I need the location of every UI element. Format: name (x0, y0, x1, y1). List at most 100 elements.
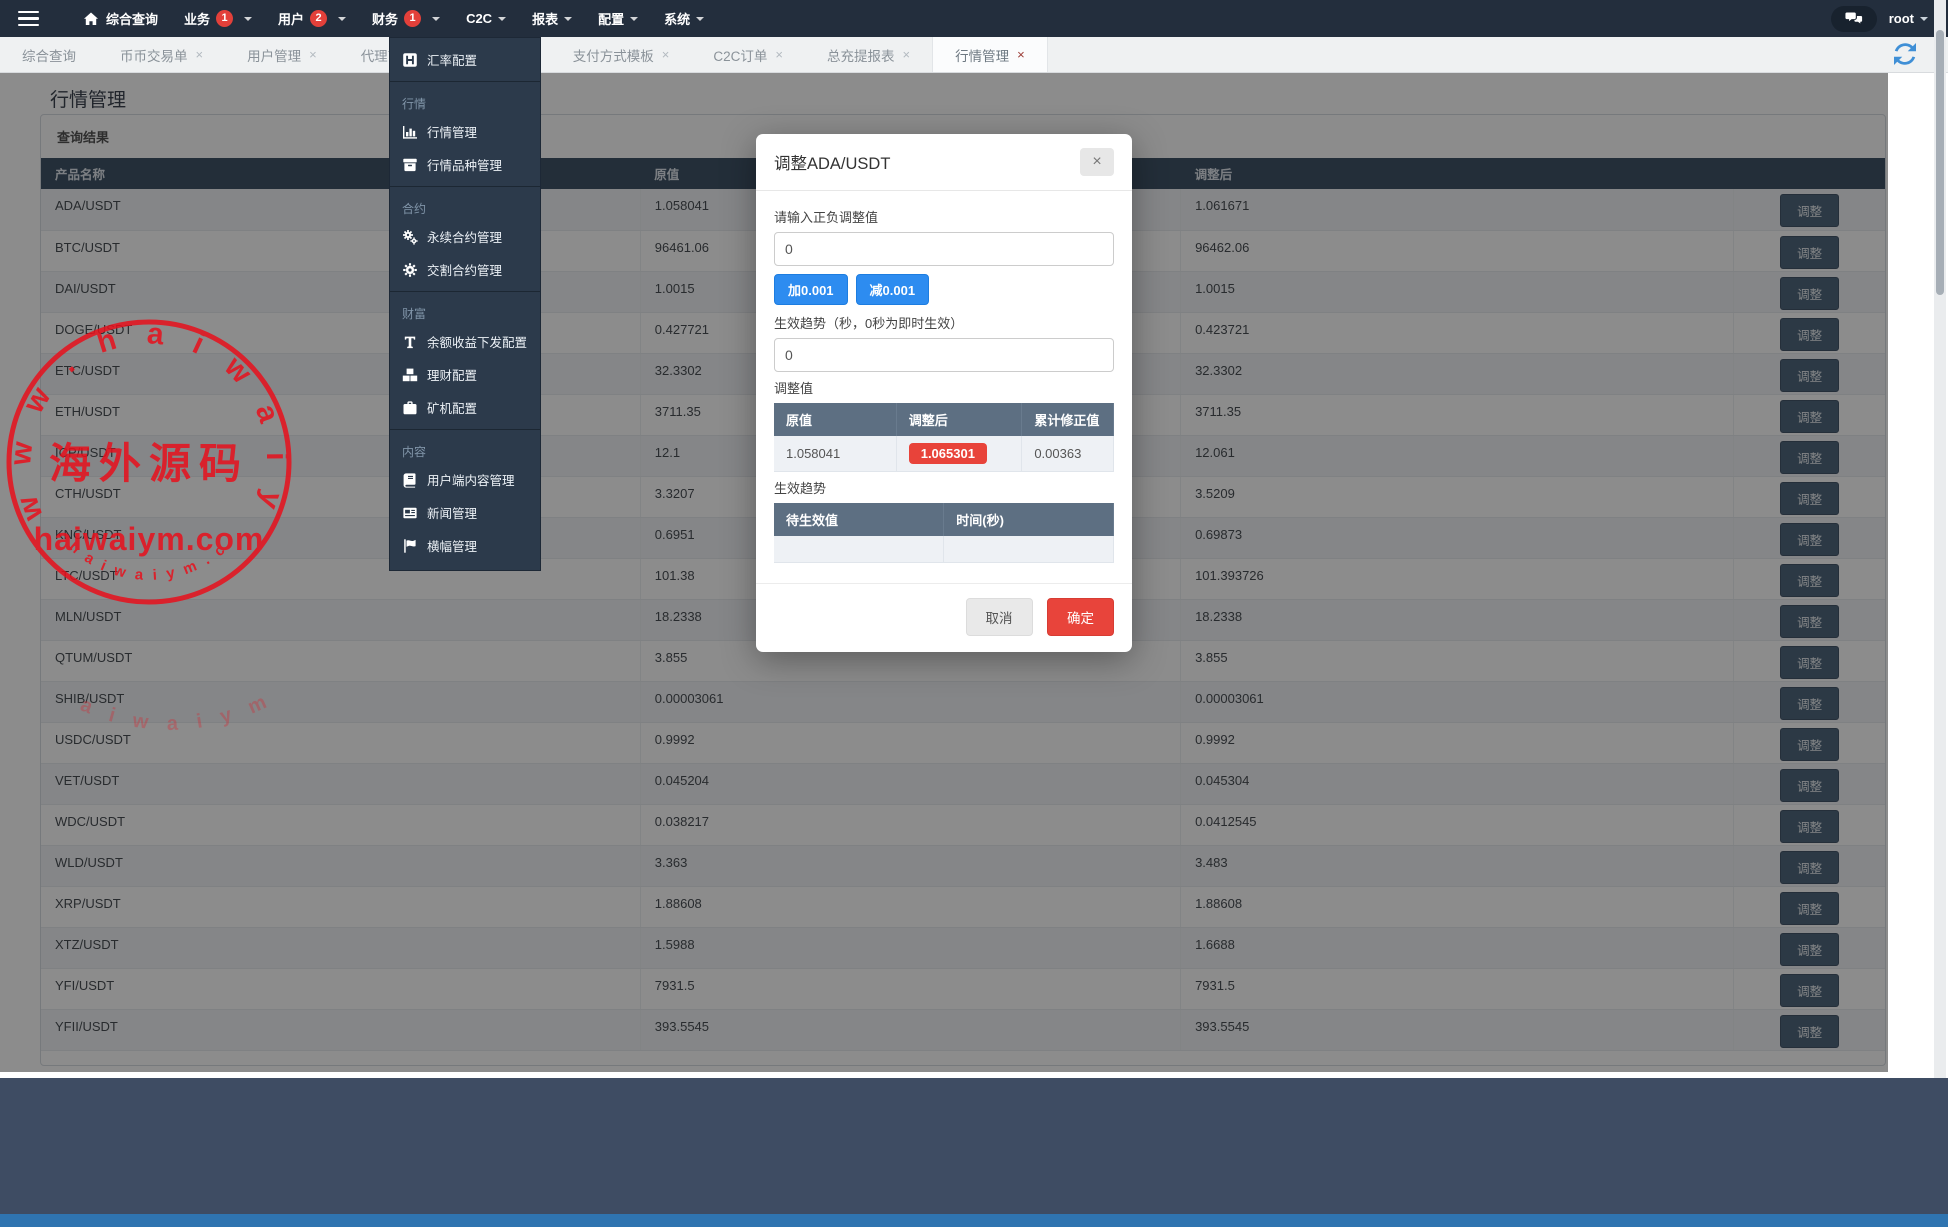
nav-item-用户[interactable]: 用户 2 (265, 0, 359, 37)
refresh-icon[interactable] (1894, 43, 1918, 67)
tab-close-icon[interactable]: × (775, 48, 783, 61)
archive-icon (402, 157, 419, 173)
tab-close-icon[interactable]: × (662, 48, 670, 61)
tab-币币交易单[interactable]: 币币交易单 × (98, 37, 225, 72)
modal-title: 调整ADA/USDT (774, 155, 891, 173)
navbar-menu: 综合查询 业务 1 用户 2 财务 1 C2C 报表 配置 系统 (70, 0, 717, 37)
cubes-icon (402, 367, 419, 383)
nav-item-报表[interactable]: 报表 (519, 0, 585, 37)
col-time-seconds: 时间(秒) (943, 503, 1114, 536)
adjust-value-input[interactable] (774, 232, 1114, 266)
trend-seconds-input[interactable] (774, 338, 1114, 372)
page-scrollbar (1934, 0, 1946, 1078)
tab-close-icon[interactable]: × (902, 48, 910, 61)
chevron-down-icon (564, 16, 573, 25)
nav-item-label: 业务 (184, 12, 211, 27)
confirm-button[interactable]: 确定 (1047, 597, 1114, 636)
nav-item-业务[interactable]: 业务 1 (171, 0, 265, 37)
menu-item-label: 永续合约管理 (427, 231, 503, 245)
open-tabs-bar: 综合查询币币交易单×用户管理×代理商×支付方式模板×C2C订单×总充提报表×行情… (0, 37, 1948, 73)
nav-item-label: 综合查询 (106, 12, 159, 27)
col-adjusted: 调整后 (896, 403, 1023, 436)
chevron-down-icon (244, 16, 253, 25)
menu-item-label: 汇率配置 (427, 54, 478, 68)
menu-item-行情管理[interactable]: 行情管理 (390, 115, 540, 148)
subtract-step-button[interactable]: 减0.001 (855, 274, 930, 305)
tab-close-icon[interactable]: × (196, 48, 204, 61)
tab-label: 币币交易单 (120, 48, 188, 64)
menu-item-行情品种管理[interactable]: 行情品种管理 (390, 148, 540, 181)
notification-badge: 2 (310, 10, 328, 27)
navbar-right: root (1830, 0, 1948, 37)
tab-用户管理[interactable]: 用户管理 × (225, 37, 339, 72)
tab-C2C订单[interactable]: C2C订单 × (691, 37, 805, 72)
menu-group-label: 合约 (402, 202, 427, 216)
username: root (1888, 11, 1914, 26)
flag-icon (402, 538, 419, 554)
adjust-table-label: 调整值 (774, 381, 814, 396)
menu-item-新闻管理[interactable]: 新闻管理 (390, 496, 540, 529)
book-icon (402, 472, 419, 488)
chevron-down-icon (498, 16, 507, 25)
add-step-button[interactable]: 加0.001 (774, 274, 848, 305)
user-menu[interactable]: root (1889, 11, 1928, 26)
briefcase-icon (402, 400, 419, 416)
menu-item-余额收益下发配置[interactable]: 余额收益下发配置 (390, 325, 540, 358)
tab-label: 综合查询 (22, 48, 76, 64)
chevron-down-icon (432, 16, 441, 25)
menu-item-理财配置[interactable]: 理财配置 (390, 358, 540, 391)
col-original: 原值 (774, 403, 897, 436)
newspaper-icon (402, 505, 419, 521)
trend-table-label: 生效趋势 (774, 481, 827, 496)
menu-group-label: 内容 (402, 445, 427, 459)
tab-label: 支付方式模板 (572, 48, 654, 64)
footer-bar (0, 1078, 1948, 1214)
menu-item-横幅管理[interactable]: 横幅管理 (390, 529, 540, 562)
hamburger-menu-icon[interactable] (0, 0, 56, 37)
modal-header: 调整ADA/USDT × (756, 134, 1132, 191)
tab-label: C2C订单 (713, 48, 768, 64)
nav-item-label: 系统 (664, 12, 691, 27)
tab-行情管理[interactable]: 行情管理 × (932, 37, 1048, 72)
menu-item-交割合约管理[interactable]: 交割合约管理 (390, 253, 540, 286)
cog-icon (402, 262, 419, 278)
tab-label: 用户管理 (247, 48, 302, 64)
tab-close-icon[interactable]: × (309, 48, 317, 61)
menu-item-label: 用户端内容管理 (427, 474, 515, 488)
tab-label: 总充提报表 (826, 48, 895, 64)
tab-支付方式模板[interactable]: 支付方式模板 × (551, 37, 692, 72)
c2c-nav-dropdown: 汇率配置 行情 行情管理 行情品种管理 合约 永续合约管理 交割合约管理 财富 余额收益下发配置… (389, 37, 541, 571)
nav-item-label: 用户 (278, 12, 305, 27)
menu-divider (390, 186, 540, 187)
menu-item-矿机配置[interactable]: 矿机配置 (390, 391, 540, 424)
chevron-down-icon (1920, 16, 1928, 25)
col-correction: 累计修正值 (1021, 403, 1114, 436)
tab-综合查询[interactable]: 综合查询 (0, 37, 98, 72)
chevron-down-icon (630, 16, 639, 25)
nav-item-财务[interactable]: 财务 1 (359, 0, 453, 37)
original-value: 1.058041 (774, 436, 897, 472)
chat-icon[interactable] (1830, 5, 1877, 32)
bar-chart-icon (402, 124, 419, 140)
nav-item-综合查询[interactable]: 综合查询 (70, 0, 171, 37)
scrollbar-thumb[interactable] (1936, 30, 1944, 295)
menu-item-label: 行情品种管理 (427, 159, 503, 173)
nav-item-配置[interactable]: 配置 (585, 0, 651, 37)
menu-item-用户端内容管理[interactable]: 用户端内容管理 (390, 463, 540, 496)
tab-close-icon[interactable]: × (1017, 48, 1025, 61)
menu-item-永续合约管理[interactable]: 永续合约管理 (390, 220, 540, 253)
notification-badge: 1 (216, 10, 234, 27)
cancel-button[interactable]: 取消 (965, 597, 1033, 636)
menu-item-汇率配置[interactable]: 汇率配置 (390, 43, 540, 76)
trend-table: 待生效值 时间(秒) (774, 503, 1114, 563)
nav-item-C2C[interactable]: C2C (453, 0, 519, 37)
close-icon[interactable]: × (1080, 148, 1114, 176)
menu-item-label: 矿机配置 (427, 402, 478, 416)
correction-value: 0.00363 (1021, 436, 1114, 472)
modal-footer: 取消 确定 (756, 582, 1132, 652)
chevron-down-icon (696, 16, 705, 25)
text-icon (402, 334, 419, 350)
nav-item-系统[interactable]: 系统 (651, 0, 717, 37)
tab-总充提报表[interactable]: 总充提报表 × (805, 37, 932, 72)
adjust-value-label: 请输入正负调整值 (774, 210, 879, 225)
